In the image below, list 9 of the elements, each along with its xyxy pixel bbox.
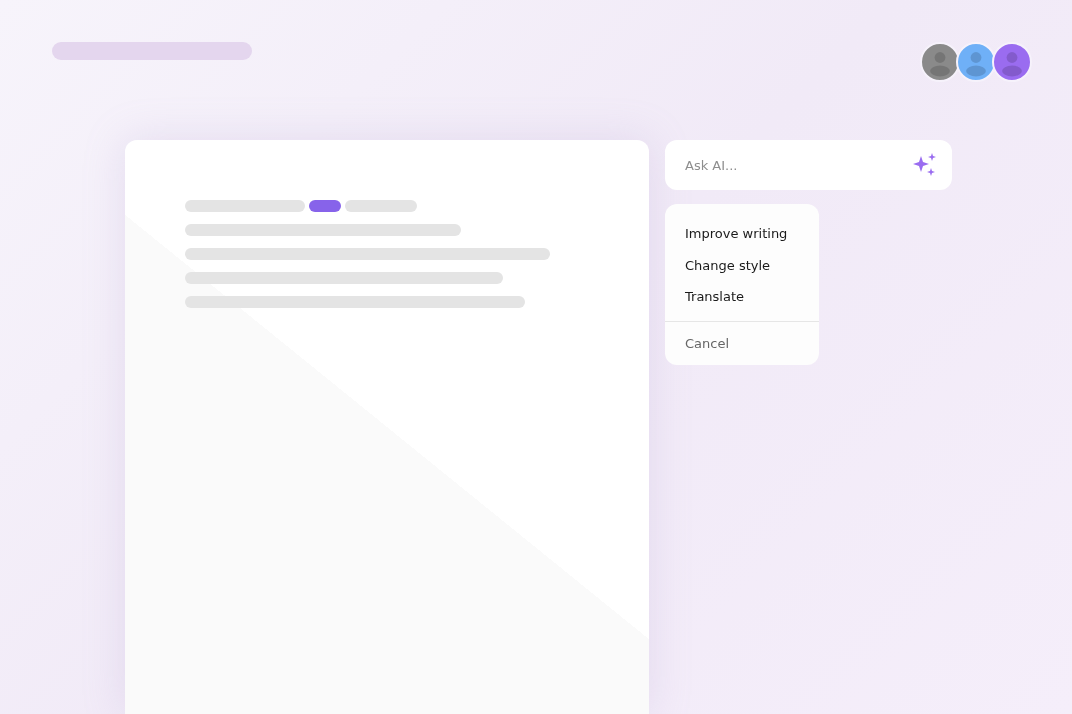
ask-ai-field[interactable]: Ask AI...	[665, 140, 952, 190]
menu-item[interactable]: Translate	[665, 281, 819, 313]
avatar[interactable]	[920, 42, 960, 82]
cancel-item[interactable]: Cancel	[665, 327, 819, 359]
menu-item[interactable]: Change style	[665, 249, 819, 281]
avatar[interactable]	[992, 42, 1032, 82]
sparkle-icon	[912, 152, 938, 178]
menu-item[interactable]: Improve writing	[665, 218, 819, 250]
avatar[interactable]	[956, 42, 996, 82]
